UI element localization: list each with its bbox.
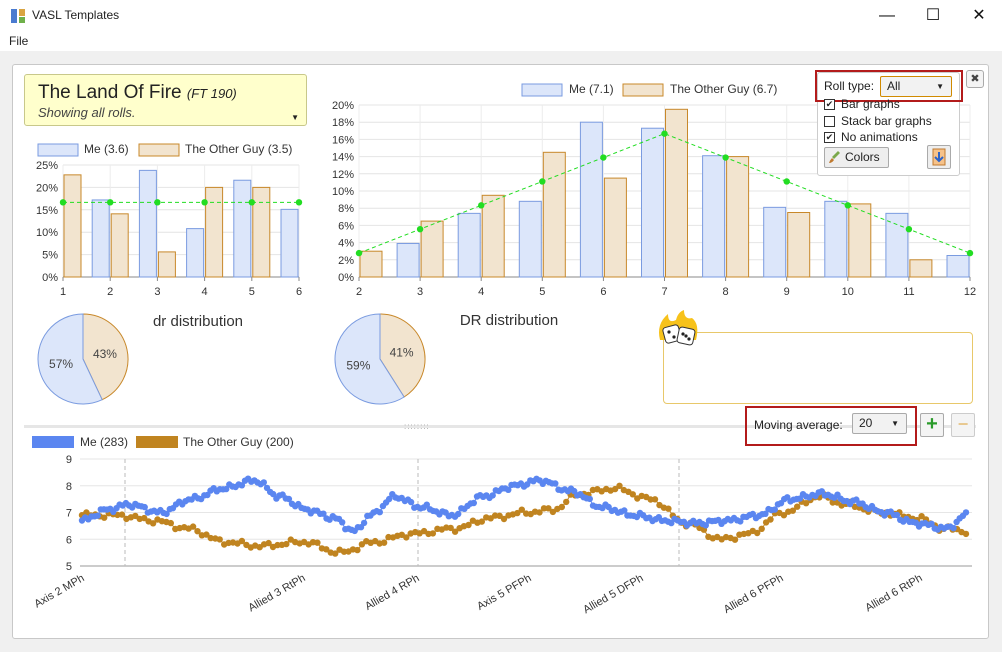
chevron-down-icon: ▼ (291, 113, 299, 122)
chevron-down-icon: ▼ (891, 419, 899, 428)
roll-type-value: All (887, 79, 901, 93)
moving-average-value: 20 (859, 416, 873, 430)
moving-average-label: Moving average: (754, 418, 843, 432)
chevron-down-icon: ▼ (936, 82, 944, 91)
splitter-grip-icon[interactable]: :::::::: (404, 422, 436, 431)
colors-button[interactable]: Colors (824, 147, 889, 168)
no-animations-label: No animations (841, 130, 918, 144)
player-selector[interactable]: The Land Of Fire (FT 190) Showing all ro… (24, 74, 307, 126)
roll-type-label: Roll type: (824, 79, 875, 93)
luck-panel (663, 332, 973, 404)
plus-icon: + (926, 413, 938, 435)
close-panel-button[interactable]: ✖ (966, 70, 984, 88)
roll-type-select[interactable]: All ▼ (880, 76, 952, 97)
maximize-button[interactable]: ☐ (910, 0, 956, 31)
player-name: The Land Of Fire (38, 82, 182, 103)
no-animations-checkbox[interactable]: ✔ (824, 132, 835, 143)
stack-bar-graphs-label: Stack bar graphs (841, 114, 932, 128)
window-title: VASL Templates (32, 8, 120, 22)
export-icon (932, 148, 946, 166)
bar-graphs-label: Bar graphs (841, 97, 900, 111)
brush-icon (829, 151, 840, 163)
close-window-button[interactable]: ✕ (956, 0, 1002, 31)
stack-bar-graphs-checkbox[interactable] (824, 116, 835, 127)
moving-average-select[interactable]: 20 ▼ (852, 413, 907, 434)
app-icon (11, 9, 25, 23)
remove-chart-button[interactable]: − (951, 413, 975, 437)
title-bar: VASL Templates — ☐ ✕ (0, 0, 1002, 31)
minimize-button[interactable]: — (864, 0, 910, 31)
player-subtitle: Showing all rolls. (38, 105, 136, 120)
export-button[interactable] (927, 145, 951, 169)
player-ft: (FT 190) (186, 86, 237, 101)
menu-file[interactable]: File (9, 34, 28, 48)
flaming-dice-icon (659, 310, 698, 346)
bar-graphs-checkbox[interactable]: ✔ (824, 99, 835, 110)
add-chart-button[interactable]: + (920, 413, 944, 437)
menu-bar: File (0, 31, 1002, 51)
minus-icon: − (957, 414, 969, 434)
player-title: The Land Of Fire (FT 190) (38, 82, 237, 104)
colors-label: Colors (845, 150, 880, 164)
